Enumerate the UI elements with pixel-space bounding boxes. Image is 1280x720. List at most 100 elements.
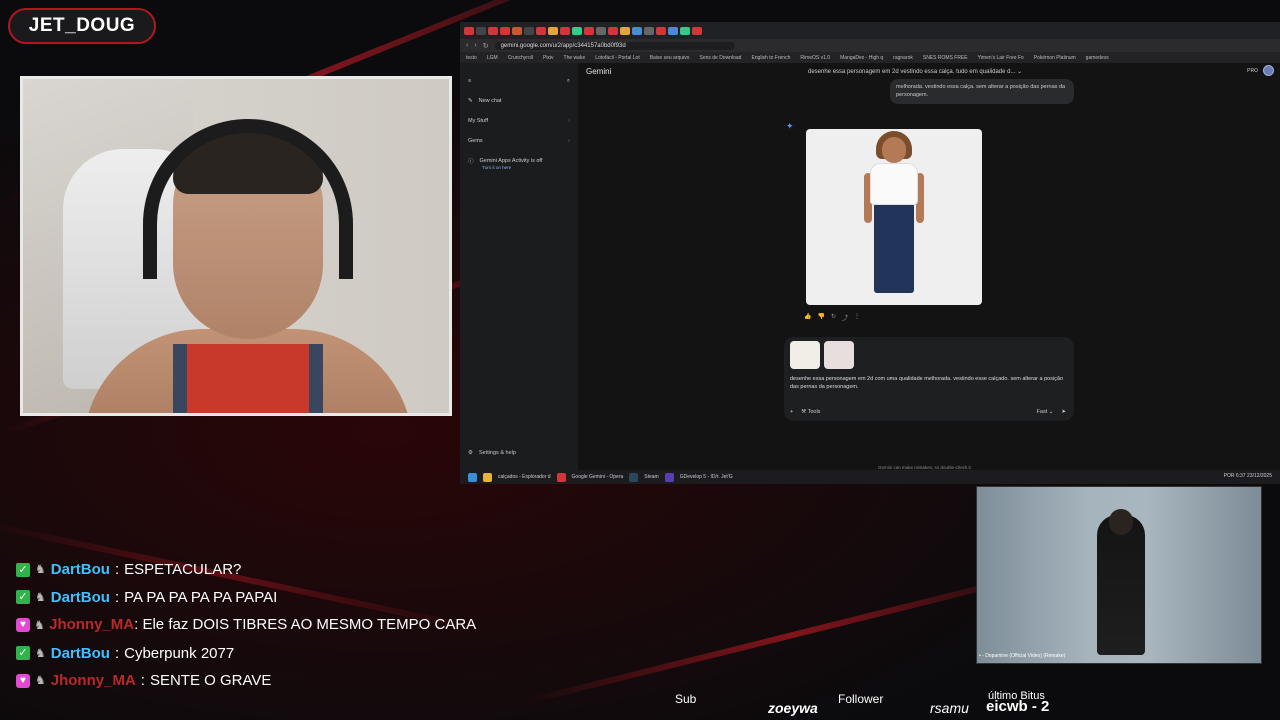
streamer-name-badge: JET_DOUG bbox=[8, 8, 156, 44]
tab-icon[interactable] bbox=[572, 26, 582, 35]
bookmark-item[interactable]: SNES ROMS FREE bbox=[923, 55, 968, 61]
avatar[interactable] bbox=[1263, 65, 1274, 76]
tab-icon[interactable] bbox=[668, 26, 678, 35]
clock-date: 23/12/2025 bbox=[1246, 473, 1272, 480]
explorer-icon[interactable] bbox=[483, 472, 492, 482]
tab-icon[interactable] bbox=[464, 26, 474, 35]
activity-link[interactable]: Turn it on here bbox=[482, 165, 570, 170]
add-icon[interactable]: + bbox=[790, 409, 793, 415]
reload-icon[interactable]: ↻ bbox=[483, 42, 489, 50]
bookmark-item[interactable]: MangaDex - High q bbox=[840, 55, 883, 61]
new-chat-button[interactable]: ✎ New chat bbox=[468, 91, 570, 111]
video-caption: • - Dopamine (Official Video) (Remake) bbox=[979, 653, 1066, 659]
bookmark-item[interactable]: LGM bbox=[487, 55, 498, 61]
settings-button[interactable]: ⚙ Settings & help bbox=[468, 450, 516, 456]
bookmark-item[interactable]: Lotofácil - Portal Lot bbox=[595, 55, 639, 61]
bookmark-item[interactable]: gamedevs bbox=[1086, 55, 1109, 61]
system-clock[interactable]: POR 6:37 23/12/2025 bbox=[1224, 474, 1272, 480]
steam-icon[interactable] bbox=[629, 472, 639, 482]
tab-icon[interactable] bbox=[476, 26, 486, 35]
browser-tab-strip[interactable] bbox=[460, 22, 1280, 39]
latest-bits-value: eicwb - 2 bbox=[986, 698, 1050, 715]
tab-icon[interactable] bbox=[512, 26, 522, 35]
moderator-badge-icon: ✓ bbox=[16, 562, 30, 577]
bookmark-item[interactable]: Baixe seu arquivo bbox=[650, 55, 690, 61]
opera-icon[interactable] bbox=[556, 472, 566, 482]
tab-icon[interactable] bbox=[548, 26, 558, 35]
tab-icon[interactable] bbox=[632, 26, 642, 35]
bookmark-item[interactable]: English to French bbox=[751, 55, 790, 61]
regenerate-icon[interactable]: ↻ bbox=[831, 313, 836, 322]
tab-icon[interactable] bbox=[620, 26, 630, 35]
tab-icon[interactable] bbox=[608, 26, 618, 35]
search-icon[interactable]: ⌕ bbox=[567, 78, 570, 85]
taskbar: calçados - Explorador d Google Gemini - … bbox=[460, 470, 1280, 484]
bookmark-item[interactable]: Pokémon Platinum bbox=[1034, 55, 1076, 61]
captured-desktop: ‹ › ↻ gemini.google.com/u/2/app/c344157a… bbox=[460, 22, 1280, 484]
tab-icon[interactable] bbox=[644, 26, 654, 35]
send-icon[interactable]: ➤ bbox=[1061, 409, 1066, 415]
streamer-name: JET_DOUG bbox=[28, 15, 136, 36]
bookmark-item[interactable]: The wake bbox=[564, 55, 586, 61]
taskbar-item[interactable]: GDevelop 5 - ID/r. Jet'G bbox=[680, 474, 733, 480]
webcam-feed bbox=[20, 76, 452, 416]
settings-label: Settings & help bbox=[478, 450, 516, 456]
tab-icon[interactable] bbox=[524, 26, 534, 35]
latest-sub-name: zoeywa bbox=[768, 700, 818, 716]
attachment-thumbnail[interactable] bbox=[824, 341, 854, 369]
thumbs-down-icon[interactable]: 👎 bbox=[817, 313, 824, 322]
tab-icon[interactable] bbox=[488, 26, 498, 35]
menu-button[interactable]: ≡ ⌕ bbox=[468, 71, 570, 91]
windows-icon[interactable] bbox=[468, 472, 477, 482]
attachment-thumbnail[interactable] bbox=[790, 341, 820, 369]
tools-label: Tools bbox=[807, 409, 821, 415]
tab-icon[interactable] bbox=[656, 26, 666, 35]
tab-icon[interactable] bbox=[596, 26, 606, 35]
tab-icon[interactable] bbox=[680, 26, 690, 35]
tools-button[interactable]: ⚒ Tools bbox=[801, 409, 820, 415]
chevron-down-icon: ⌄ bbox=[1017, 69, 1023, 75]
bookmark-item[interactable]: RimeOS v1.0 bbox=[800, 55, 830, 61]
tab-icon[interactable] bbox=[692, 26, 702, 35]
prompt-toolbar: + ⚒ Tools Fast ⌄ ➤ bbox=[790, 409, 1066, 415]
generated-image[interactable] bbox=[806, 129, 982, 305]
chat-message: ✓ ♞ DartBou: Cyberpunk 2077 bbox=[16, 640, 486, 668]
chat-colon: : bbox=[114, 588, 120, 606]
chat-username: Jhonny_MA bbox=[49, 616, 135, 633]
conversation-title[interactable]: desenhe essa personagem em 2d vestindo e… bbox=[808, 68, 1022, 75]
page-title[interactable]: Gemini bbox=[586, 67, 611, 76]
tab-icon[interactable] bbox=[500, 26, 510, 35]
bookmark-item[interactable]: ragnarok bbox=[893, 55, 913, 61]
sidebar-item-my-stuff[interactable]: My Stuff › bbox=[468, 111, 570, 131]
share-icon[interactable]: ⤴ bbox=[842, 313, 848, 322]
tab-icon[interactable] bbox=[536, 26, 546, 35]
prompt-text[interactable]: desenhe essa personagem em 2d com uma qu… bbox=[790, 375, 1068, 392]
taskbar-item[interactable]: calçados - Explorador d bbox=[498, 474, 551, 480]
tab-icon[interactable] bbox=[560, 26, 570, 35]
thumbs-up-icon[interactable]: 👍 bbox=[804, 313, 811, 322]
forward-icon[interactable]: › bbox=[474, 42, 476, 49]
new-chat-label: New chat bbox=[478, 98, 502, 104]
address-bar[interactable]: ‹ › ↻ gemini.google.com/u/2/app/c344157a… bbox=[460, 39, 1280, 52]
bookmark-item[interactable]: Yimen's Lair Free Fo bbox=[978, 55, 1024, 61]
taskbar-item[interactable]: Google Gemini - Opera bbox=[572, 474, 624, 480]
model-label: Fast bbox=[1036, 409, 1048, 415]
more-options-icon[interactable]: ⋮ bbox=[854, 313, 860, 322]
tab-icon[interactable] bbox=[584, 26, 594, 35]
video-performer-head bbox=[1109, 509, 1133, 535]
gdevelop-icon[interactable] bbox=[664, 472, 674, 482]
bookmark-item[interactable]: Pixiv bbox=[543, 55, 554, 61]
prompt-input-box[interactable]: desenhe essa personagem em 2d com uma qu… bbox=[784, 337, 1074, 421]
activity-title: Gemini Apps Activity is off bbox=[479, 158, 543, 164]
bookmark-item[interactable]: Sons de Download bbox=[699, 55, 741, 61]
taskbar-item[interactable]: Steam bbox=[644, 474, 658, 480]
paw-badge-icon: ♞ bbox=[34, 618, 45, 632]
sidebar-item-gems[interactable]: Gems › bbox=[468, 131, 570, 151]
model-selector[interactable]: Fast ⌄ bbox=[1037, 409, 1054, 415]
bookmark-item[interactable]: testo bbox=[466, 55, 477, 61]
back-icon[interactable]: ‹ bbox=[466, 42, 468, 49]
subscriber-badge-icon: ♥ bbox=[16, 618, 30, 633]
chevron-down-icon: ⌄ bbox=[1048, 409, 1054, 415]
bookmark-item[interactable]: Crunchyroll bbox=[508, 55, 533, 61]
url-field[interactable]: gemini.google.com/u/2/app/c344157a0bd0f9… bbox=[494, 41, 735, 50]
